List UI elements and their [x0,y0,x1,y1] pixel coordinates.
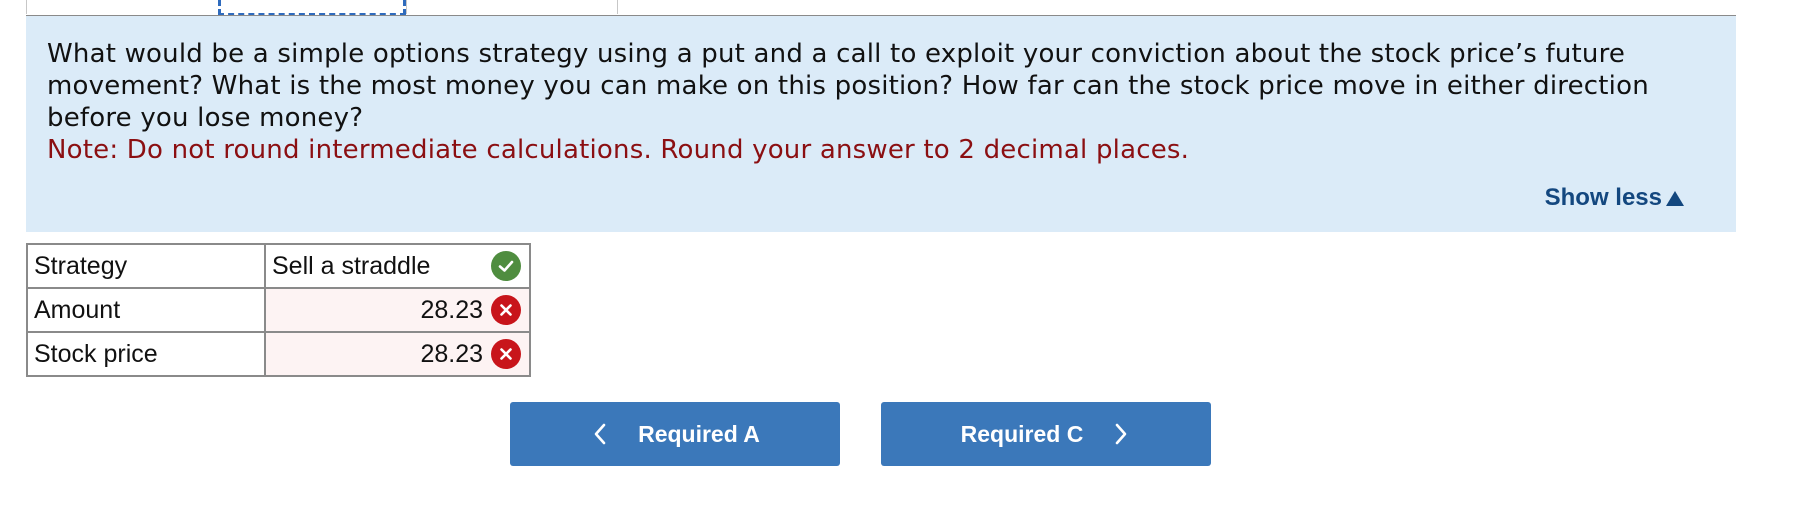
question-note: Note: Do not round intermediate calculat… [47,135,1190,165]
table-row: Amount 28.23 [26,287,531,333]
x-circle-icon [491,295,521,325]
required-c-button[interactable]: Required C [881,402,1211,466]
amount-answer-field[interactable]: 28.23 [264,287,531,333]
question-text: What would be a simple options strategy … [47,39,1649,133]
required-c-label: Required C [960,420,1084,447]
tab-required-a[interactable] [26,0,220,14]
check-circle-icon [491,251,521,281]
row-label-strategy: Strategy [26,243,266,289]
tab-required-c[interactable] [406,0,618,14]
stock-price-value: 28.23 [420,339,483,368]
row-label-amount: Amount [26,287,266,333]
triangle-up-icon [1666,190,1684,206]
chevron-right-icon [1111,422,1131,446]
tab-required-b[interactable] [218,0,406,15]
strategy-answer-field[interactable]: Sell a straddle [264,243,531,289]
table-row: Strategy Sell a straddle [26,243,531,289]
show-less-label: Show less [1544,184,1662,211]
required-a-button[interactable]: Required A [510,402,840,466]
requirement-tabs [26,0,1736,17]
stock-price-answer-field[interactable]: 28.23 [264,331,531,377]
amount-value: 28.23 [420,295,483,324]
show-less-toggle[interactable]: Show less [1545,184,1684,212]
answer-table: Strategy Sell a straddle Amount 28.23 St… [26,243,531,377]
table-row: Stock price 28.23 [26,331,531,377]
chevron-left-icon [590,422,610,446]
row-label-stock-price: Stock price [26,331,266,377]
x-circle-icon [491,339,521,369]
required-a-label: Required A [638,420,760,447]
strategy-value: Sell a straddle [272,251,431,280]
question-panel: What would be a simple options strategy … [26,16,1736,232]
